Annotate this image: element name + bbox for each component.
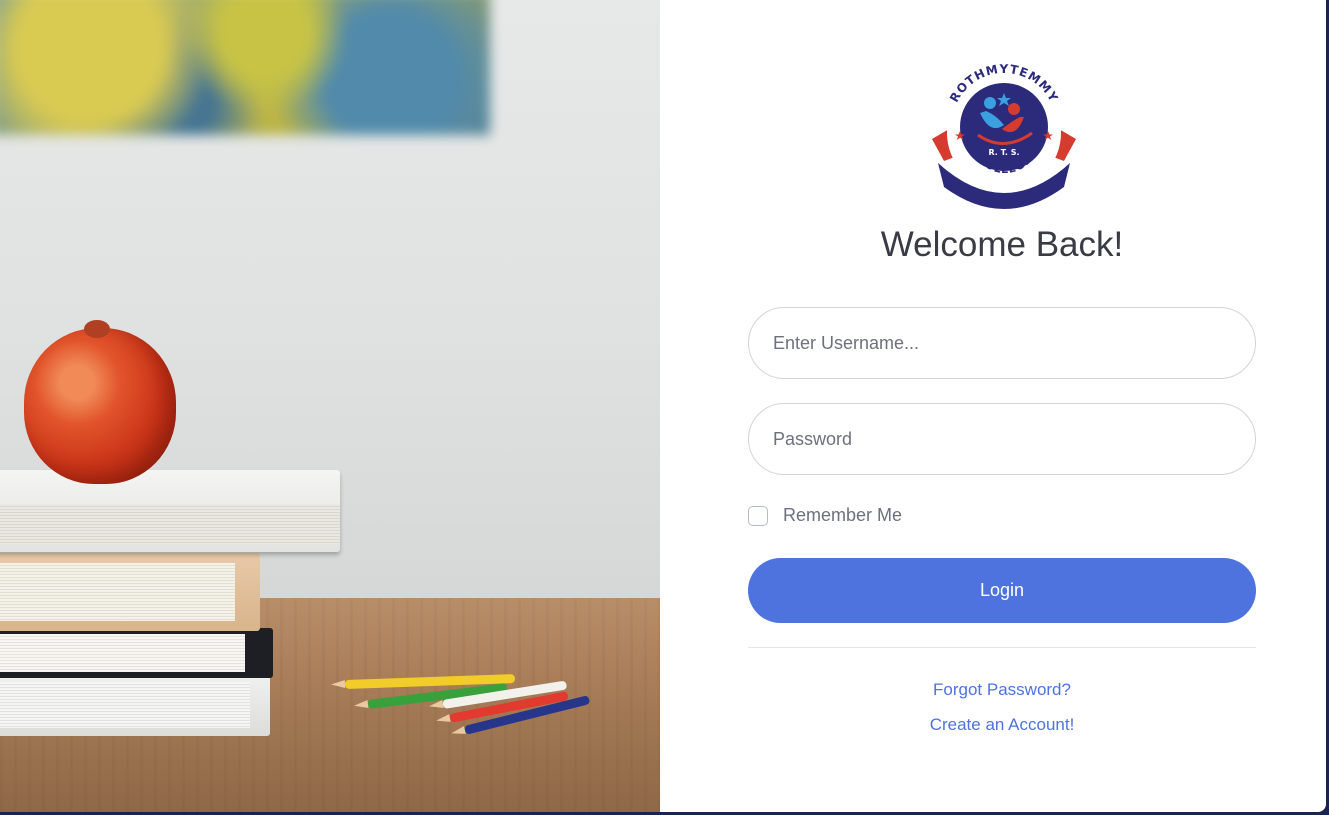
book-stack-top xyxy=(0,470,340,552)
login-form-panel: ROTHMYTEMMY R. T. S. COLLEGE READERS ARE… xyxy=(660,0,1326,812)
logo-initials: R. T. S. xyxy=(989,148,1020,157)
book-stack-third xyxy=(0,628,273,678)
background-photo xyxy=(0,0,660,812)
book-stack-bottom xyxy=(0,676,270,736)
username-input[interactable] xyxy=(748,307,1256,379)
remember-me[interactable]: Remember Me xyxy=(748,505,902,526)
password-input[interactable] xyxy=(748,403,1256,475)
forgot-password-link[interactable]: Forgot Password? xyxy=(748,680,1256,700)
remember-me-label: Remember Me xyxy=(783,505,903,525)
divider xyxy=(748,647,1256,648)
create-account-link[interactable]: Create an Account! xyxy=(748,715,1256,735)
remember-me-checkbox[interactable] xyxy=(748,505,768,526)
page-title: Welcome Back! xyxy=(880,225,1124,264)
apple xyxy=(24,320,176,484)
login-page: ROTHMYTEMMY R. T. S. COLLEGE READERS ARE… xyxy=(0,0,1326,812)
college-logo: ROTHMYTEMMY R. T. S. COLLEGE READERS ARE… xyxy=(932,62,1076,210)
book-stack-second xyxy=(0,553,260,631)
login-button[interactable]: Login xyxy=(748,558,1256,623)
wall-painting xyxy=(0,0,490,135)
